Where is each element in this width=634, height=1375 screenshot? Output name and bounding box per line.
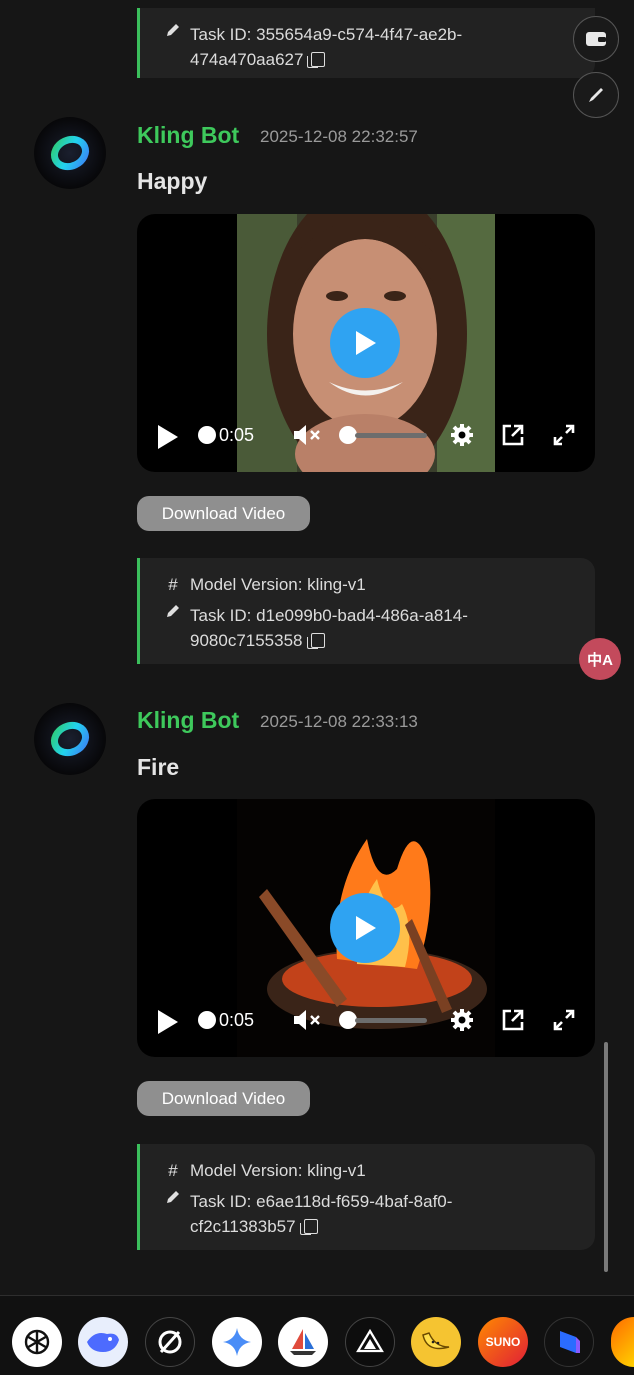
model-version-text: Model Version: kling-v1 [190, 575, 366, 594]
fullscreen-icon[interactable] [552, 423, 576, 447]
task-id-text-cont: cf2c11383b57 [190, 1217, 296, 1236]
play-icon [356, 331, 376, 355]
volume-slider[interactable] [355, 433, 427, 438]
partial-app-icon[interactable] [611, 1317, 634, 1367]
task-id-text-cont: 9080c7155358 [190, 631, 303, 650]
message-timestamp: 2025-12-08 22:32:57 [260, 127, 418, 146]
pencil-icon [164, 603, 182, 619]
hash-icon: # [168, 1161, 178, 1180]
video-controls: 0:05 [137, 408, 595, 472]
play-icon [356, 916, 376, 940]
pencil-icon [164, 22, 182, 38]
task-id-text: Task ID: d1e099b0-bad4-486a-a814- [190, 606, 468, 625]
task-id-text-cont: 474a470aa627 [190, 50, 304, 69]
open-external-icon[interactable] [501, 1008, 525, 1032]
video-time: 0:05 [219, 1010, 255, 1030]
copy-icon[interactable] [299, 1219, 318, 1235]
open-external-icon[interactable] [501, 423, 525, 447]
volume-slider[interactable] [355, 1018, 427, 1023]
app-dock: SUNO [0, 1295, 634, 1375]
gemini-icon[interactable] [212, 1317, 262, 1367]
kling-logo-icon [50, 721, 90, 757]
sailboat-icon[interactable] [278, 1317, 328, 1367]
task-id-row: Task ID: d1e099b0-bad4-486a-a814- 9080c7… [164, 603, 571, 653]
play-icon[interactable] [157, 1009, 179, 1035]
hash-icon: # [168, 575, 178, 594]
copy-icon[interactable] [306, 633, 325, 649]
progress-knob[interactable] [198, 426, 216, 444]
play-overlay-button[interactable] [330, 308, 400, 378]
mute-icon[interactable] [293, 424, 323, 446]
kling-logo-icon [50, 135, 90, 171]
bot-name: Kling Bot [137, 122, 240, 148]
scrollbar[interactable] [604, 1042, 608, 1272]
edit-button[interactable] [573, 72, 619, 118]
model-version-text: Model Version: kling-v1 [190, 1161, 366, 1180]
black-forest-labs-icon[interactable] [345, 1317, 395, 1367]
deepseek-icon[interactable] [78, 1317, 128, 1367]
suno-label: SUNO [485, 1335, 521, 1349]
pencil-icon [164, 1189, 182, 1205]
suno-icon[interactable]: SUNO [478, 1317, 528, 1367]
task-id-text: Task ID: e6ae118d-f659-4baf-8af0- [190, 1192, 453, 1211]
wallet-icon [586, 32, 606, 46]
perplexity-icon[interactable] [145, 1317, 195, 1367]
kling-icon[interactable] [544, 1317, 594, 1367]
video-time: 0:05 [219, 425, 255, 445]
brush-icon [589, 88, 603, 102]
message-timestamp: 2025-12-08 22:33:13 [260, 712, 418, 731]
fullscreen-icon[interactable] [552, 1008, 576, 1032]
task-id-row: Task ID: 355654a9-c574-4f47-ae2b- 474a47… [164, 22, 571, 72]
bot-avatar [34, 117, 106, 189]
banana-icon[interactable] [411, 1317, 461, 1367]
task-info-card: # Model Version: kling-v1 Task ID: d1e09… [137, 558, 595, 664]
progress-knob[interactable] [198, 1011, 216, 1029]
play-icon[interactable] [157, 424, 179, 450]
prompt-text: Happy [137, 168, 208, 194]
settings-gear-icon[interactable] [450, 1008, 474, 1032]
task-info-card: Task ID: 355654a9-c574-4f47-ae2b- 474a47… [137, 8, 595, 78]
video-player[interactable]: 0:05 [137, 214, 595, 472]
bot-avatar [34, 703, 106, 775]
prompt-text: Fire [137, 754, 180, 780]
mute-icon[interactable] [293, 1009, 323, 1031]
openai-icon[interactable] [12, 1317, 62, 1367]
model-version-row: # Model Version: kling-v1 [164, 1158, 571, 1183]
wallet-button[interactable] [573, 16, 619, 62]
download-video-button[interactable]: Download Video [137, 1081, 310, 1116]
video-player[interactable]: 0:05 [137, 799, 595, 1057]
video-controls: 0:05 [137, 993, 595, 1057]
settings-gear-icon[interactable] [450, 423, 474, 447]
translate-button[interactable]: 中A [579, 638, 621, 680]
download-video-button[interactable]: Download Video [137, 496, 310, 531]
task-id-text: Task ID: 355654a9-c574-4f47-ae2b- [190, 25, 463, 44]
task-id-row: Task ID: e6ae118d-f659-4baf-8af0- cf2c11… [164, 1189, 571, 1239]
copy-icon[interactable] [307, 52, 326, 68]
model-version-row: # Model Version: kling-v1 [164, 572, 571, 597]
task-info-card: # Model Version: kling-v1 Task ID: e6ae1… [137, 1144, 595, 1250]
play-overlay-button[interactable] [330, 893, 400, 963]
bot-name: Kling Bot [137, 707, 240, 733]
